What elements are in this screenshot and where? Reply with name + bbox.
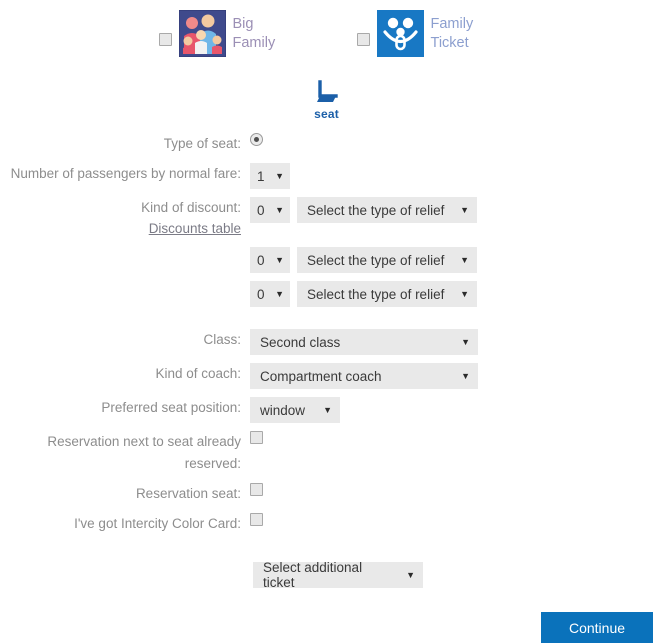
color-card-checkbox[interactable] xyxy=(250,513,263,526)
row-seat-position: Preferred seat position: window ▼ xyxy=(0,397,653,423)
row-next-to-reserved: Reservation next to seat already reserve… xyxy=(0,431,653,475)
additional-ticket-value: Select additional ticket xyxy=(263,560,396,590)
discounts-table-link[interactable]: Discounts table xyxy=(0,219,241,239)
chevron-down-icon: ▼ xyxy=(275,206,284,215)
class-select[interactable]: Second class ▼ xyxy=(250,329,478,355)
relief-type-select-1[interactable]: Select the type of relief ▼ xyxy=(297,197,477,223)
chevron-down-icon: ▼ xyxy=(275,172,284,181)
seat-type-indicator: seat xyxy=(0,80,653,121)
relief-type-select-2[interactable]: Select the type of relief ▼ xyxy=(297,247,477,273)
family-options-row: Big Family Family Ticket xyxy=(0,10,653,57)
row-coach: Kind of coach: Compartment coach ▼ xyxy=(0,363,653,389)
type-of-seat-label: Type of seat: xyxy=(0,133,250,155)
additional-ticket-spacer xyxy=(0,562,253,588)
row-discount-2: 0 ▼ Select the type of relief ▼ xyxy=(0,247,653,273)
seat-caption: seat xyxy=(314,107,339,121)
chevron-down-icon: ▼ xyxy=(275,290,284,299)
additional-ticket-select[interactable]: Select additional ticket ▼ xyxy=(253,562,423,588)
family-ticket-icon xyxy=(377,10,424,57)
section-spacer xyxy=(0,315,653,329)
additional-ticket-row: Select additional ticket ▼ xyxy=(0,562,653,588)
chevron-down-icon: ▼ xyxy=(461,338,470,347)
row-discount-1: Kind of discount: Discounts table 0 ▼ Se… xyxy=(0,197,653,239)
row-passengers: Number of passengers by normal fare: 1 ▼ xyxy=(0,163,653,189)
reservation-seat-checkbox[interactable] xyxy=(250,483,263,496)
row-reservation-seat: Reservation seat: xyxy=(0,483,653,505)
reservation-form-page: Big Family Family Ticket seat Type of se… xyxy=(0,0,653,643)
big-family-checkbox[interactable] xyxy=(159,33,172,46)
coach-label: Kind of coach: xyxy=(0,363,250,385)
seat-position-select[interactable]: window ▼ xyxy=(250,397,340,423)
row-color-card: I've got Intercity Color Card: xyxy=(0,513,653,535)
relief-type-select-3[interactable]: Select the type of relief ▼ xyxy=(297,281,477,307)
passengers-label: Number of passengers by normal fare: xyxy=(0,163,250,185)
relief-type-value-2: Select the type of relief xyxy=(307,253,444,268)
row-class: Class: Second class ▼ xyxy=(0,329,653,355)
chevron-down-icon: ▼ xyxy=(275,256,284,265)
coach-value: Compartment coach xyxy=(260,369,382,384)
big-family-photo-icon xyxy=(179,10,226,57)
big-family-label: Big Family xyxy=(233,15,297,53)
relief-type-value-3: Select the type of relief xyxy=(307,287,444,302)
chevron-down-icon: ▼ xyxy=(406,571,415,580)
family-ticket-checkbox[interactable] xyxy=(357,33,370,46)
kind-of-discount-label: Kind of discount: xyxy=(141,200,241,215)
seat-position-label: Preferred seat position: xyxy=(0,397,250,419)
class-label: Class: xyxy=(0,329,250,351)
chevron-down-icon: ▼ xyxy=(460,290,469,299)
type-of-seat-radio[interactable] xyxy=(250,133,263,146)
reservation-seat-label: Reservation seat: xyxy=(0,483,250,505)
chevron-down-icon: ▼ xyxy=(461,372,470,381)
discount-count-select-2[interactable]: 0 ▼ xyxy=(250,247,290,273)
chevron-down-icon: ▼ xyxy=(323,406,332,415)
continue-button[interactable]: Continue xyxy=(541,612,653,643)
discount-label-group: Kind of discount: Discounts table xyxy=(0,197,250,239)
next-to-reserved-label: Reservation next to seat already reserve… xyxy=(0,431,250,475)
family-option-big-family[interactable]: Big Family xyxy=(159,10,297,57)
family-option-family-ticket[interactable]: Family Ticket xyxy=(357,10,495,57)
chevron-down-icon: ▼ xyxy=(460,206,469,215)
passengers-count-select[interactable]: 1 ▼ xyxy=(250,163,290,189)
row-type-of-seat: Type of seat: xyxy=(0,133,653,155)
chevron-down-icon: ▼ xyxy=(460,256,469,265)
discount-count-select-3[interactable]: 0 ▼ xyxy=(250,281,290,307)
seat-position-value: window xyxy=(260,403,305,418)
discount-count-value-2: 0 xyxy=(257,253,265,268)
color-card-label: I've got Intercity Color Card: xyxy=(0,513,250,535)
passengers-count-value: 1 xyxy=(257,169,265,184)
row-discount-3: 0 ▼ Select the type of relief ▼ xyxy=(0,281,653,307)
coach-select[interactable]: Compartment coach ▼ xyxy=(250,363,478,389)
discount-count-value-3: 0 xyxy=(257,287,265,302)
class-value: Second class xyxy=(260,335,340,350)
relief-type-value-1: Select the type of relief xyxy=(307,203,444,218)
next-to-reserved-checkbox[interactable] xyxy=(250,431,263,444)
seat-chair-icon xyxy=(312,80,342,106)
family-ticket-label: Family Ticket xyxy=(431,15,495,53)
discount-count-value-1: 0 xyxy=(257,203,265,218)
reservation-form: Type of seat: Number of passengers by no… xyxy=(0,133,653,543)
discount-count-select-1[interactable]: 0 ▼ xyxy=(250,197,290,223)
